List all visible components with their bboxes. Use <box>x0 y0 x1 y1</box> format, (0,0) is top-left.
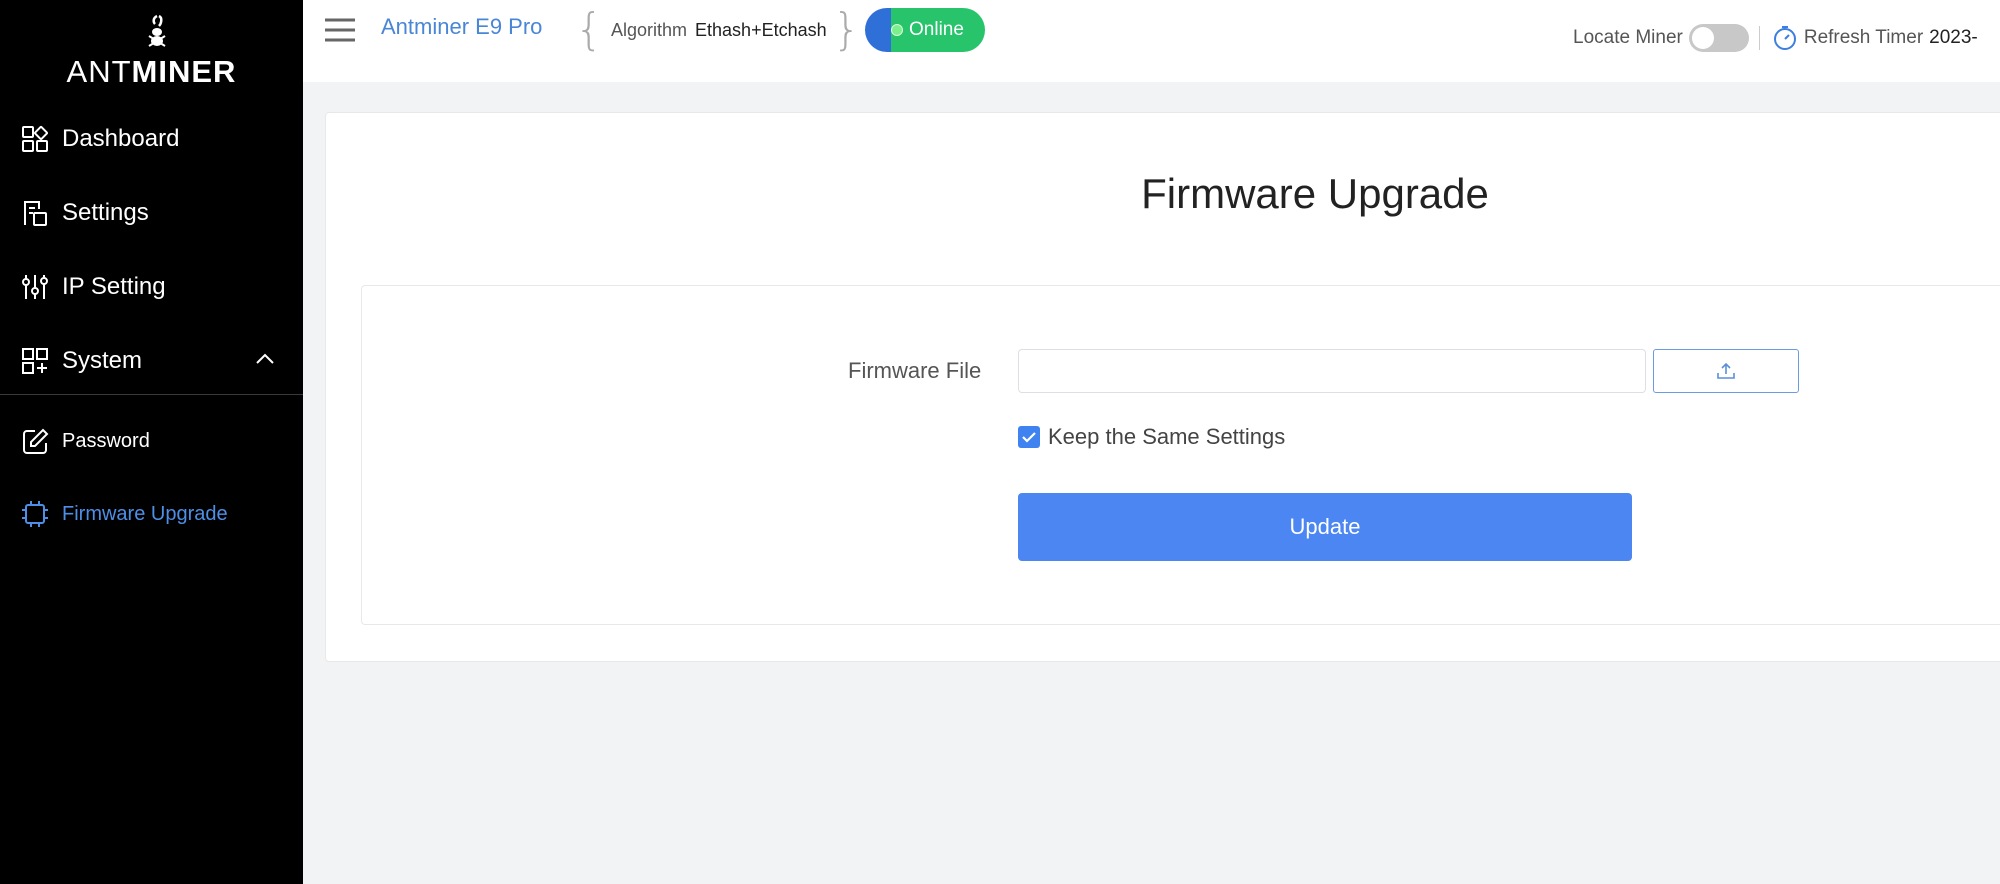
refresh-timer-label: Refresh Timer <box>1803 27 1924 48</box>
chevron-up-icon <box>256 353 274 364</box>
keep-settings-checkbox[interactable] <box>1018 426 1040 448</box>
sidebar-item-firmware-upgrade[interactable]: Firmware Upgrade <box>0 489 303 539</box>
chip-icon <box>20 499 50 529</box>
algorithm-info: { Algorithm Ethash+Etchash } <box>575 8 861 52</box>
edit-icon <box>20 426 50 456</box>
firmware-file-label: Firmware File <box>848 358 982 383</box>
locate-miner-toggle[interactable] <box>1688 24 1749 52</box>
checkmark-icon <box>1022 432 1036 443</box>
upgrade-form-panel <box>361 285 2000 625</box>
sidebar-item-system[interactable]: System <box>0 333 303 389</box>
keep-settings-option[interactable]: Keep the Same Settings <box>1018 424 1285 450</box>
ant-logo-icon <box>148 14 166 47</box>
hamburger-menu-icon[interactable] <box>323 16 357 44</box>
left-brace: { <box>575 4 603 55</box>
sidebar: ANTMINER Dashboard Settings IP Setting S… <box>0 0 303 884</box>
sliders-icon <box>20 272 50 302</box>
dashboard-icon <box>20 124 50 154</box>
header-separator <box>1758 26 1760 50</box>
toggle-knob <box>1691 27 1714 49</box>
refresh-timer-value: 2023- <box>1929 27 1978 48</box>
sidebar-item-label: Firmware Upgrade <box>62 502 228 525</box>
keep-settings-label: Keep the Same Settings <box>1048 424 1286 449</box>
algorithm-value: Ethash+Etchash <box>695 19 827 40</box>
miner-model: Antminer E9 Pro <box>381 14 543 39</box>
locate-miner-label: Locate Miner <box>1573 27 1683 48</box>
right-brace: } <box>832 4 861 55</box>
top-header: Antminer E9 Pro { Algorithm Ethash+Etcha… <box>303 0 2000 82</box>
upload-file-button[interactable] <box>1653 349 1799 393</box>
sidebar-item-label: IP Setting <box>62 273 166 300</box>
header-right-controls: Locate Miner Refresh Timer 2023- <box>1573 24 1978 52</box>
algorithm-label: Algorithm <box>611 19 688 40</box>
page-title: Firmware Upgrade <box>1141 170 1489 217</box>
sidebar-item-password[interactable]: Password <box>0 416 303 466</box>
status-dot-icon <box>891 24 903 36</box>
system-icon <box>20 346 50 376</box>
sidebar-item-label: Dashboard <box>62 125 180 152</box>
firmware-file-input[interactable] <box>1018 349 1646 393</box>
sidebar-item-label: Password <box>62 429 150 452</box>
antminer-logo: ANTMINER <box>0 0 303 100</box>
update-button[interactable]: Update <box>1018 493 1632 561</box>
sidebar-divider <box>0 394 303 395</box>
upload-icon <box>1717 362 1735 379</box>
online-status-badge[interactable]: Online <box>865 8 985 52</box>
timer-icon[interactable] <box>1772 25 1798 51</box>
logo-text: ANTMINER <box>66 54 237 89</box>
sidebar-item-dashboard[interactable]: Dashboard <box>0 111 303 167</box>
sidebar-item-ip-setting[interactable]: IP Setting <box>0 259 303 315</box>
sidebar-item-label: System <box>62 347 143 374</box>
status-label: Online <box>909 19 964 40</box>
